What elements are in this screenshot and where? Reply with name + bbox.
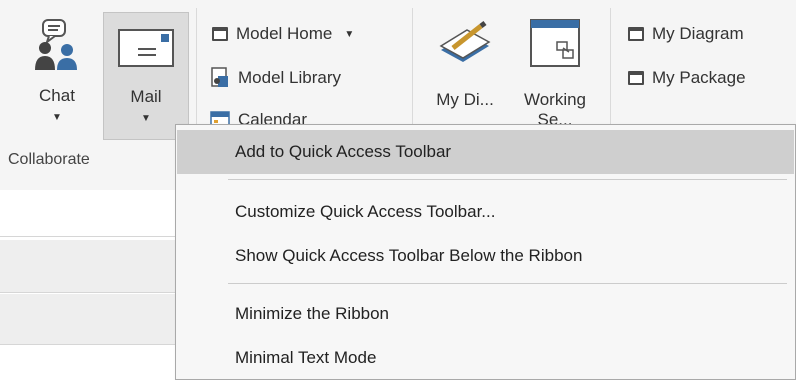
menu-item-label: Add to Quick Access Toolbar — [235, 142, 452, 161]
my-diagrams-button[interactable]: My Di... — [424, 12, 506, 140]
window-icon — [628, 27, 644, 41]
menu-item-label: Show Quick Access Toolbar Below the Ribb… — [235, 246, 583, 265]
window-icon — [628, 71, 644, 85]
model-home-label: Model Home — [236, 24, 333, 43]
library-icon — [211, 67, 228, 87]
menu-separator — [228, 283, 787, 284]
menu-item-label: Minimal Text Mode — [235, 348, 377, 367]
my-diagrams-label: My Di... — [436, 90, 494, 109]
chevron-down-icon[interactable]: ▼ — [104, 113, 188, 124]
context-menu: Add to Quick Access Toolbar Customize Qu… — [175, 124, 796, 380]
menu-item-minimize-the-ribbon[interactable]: Minimize the Ribbon — [177, 292, 794, 336]
model-library-label: Model Library — [238, 68, 341, 87]
mail-envelope-icon — [118, 29, 174, 67]
menu-item-minimal-text-mode[interactable]: Minimal Text Mode — [177, 336, 794, 380]
my-package-label: My Package — [652, 68, 746, 87]
chevron-down-icon[interactable]: ▼ — [344, 29, 354, 40]
menu-item-customize-quick-access-toolbar[interactable]: Customize Quick Access Toolbar... — [177, 190, 794, 234]
ribbon-separator — [610, 8, 611, 136]
menu-item-add-to-quick-access-toolbar[interactable]: Add to Quick Access Toolbar — [177, 130, 794, 174]
my-diagram-label: My Diagram — [652, 24, 744, 43]
menu-item-label: Customize Quick Access Toolbar... — [235, 202, 496, 221]
window-icon — [212, 27, 228, 41]
chat-people-icon — [35, 19, 77, 70]
pane-row — [0, 294, 175, 345]
menu-item-show-quick-access-toolbar-below-ribbon[interactable]: Show Quick Access Toolbar Below the Ribb… — [177, 234, 794, 278]
model-library-button[interactable]: Model Library — [210, 64, 341, 92]
mail-label: Mail — [130, 87, 162, 106]
ribbon-separator — [196, 8, 197, 136]
working-set-icon — [530, 19, 580, 67]
collaborate-group-label: Collaborate — [8, 151, 90, 168]
chat-label: Chat — [39, 86, 75, 105]
chat-button[interactable]: Chat ▼ — [14, 12, 100, 140]
pane-row — [0, 190, 175, 237]
menu-separator — [228, 179, 787, 180]
pane-row — [0, 240, 175, 293]
model-home-button[interactable]: Model Home ▼ — [212, 20, 354, 48]
mail-button[interactable]: Mail ▼ — [103, 12, 189, 140]
chevron-down-icon[interactable]: ▼ — [14, 112, 100, 123]
pencil-icon — [439, 21, 491, 62]
working-sets-button[interactable]: Working Se... — [510, 12, 600, 140]
my-diagram-button[interactable]: My Diagram — [628, 20, 744, 48]
my-package-button[interactable]: My Package — [628, 64, 746, 92]
ribbon-separator — [412, 8, 413, 136]
menu-item-label: Minimize the Ribbon — [235, 304, 390, 323]
